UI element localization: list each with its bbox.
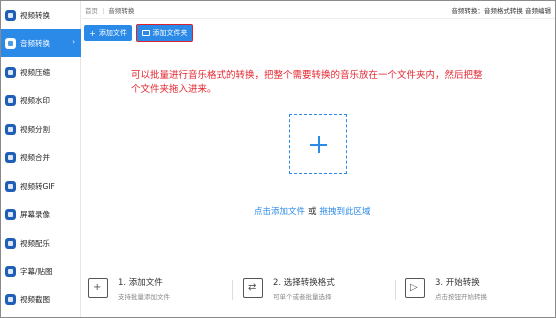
add-folder-button[interactable]: 添加文件夹 bbox=[136, 24, 193, 42]
start-convert-icon: ▷ bbox=[405, 278, 425, 298]
music-icon bbox=[5, 237, 16, 249]
sidebar-item-label: 视频配乐 bbox=[20, 238, 50, 248]
step-divider bbox=[395, 280, 396, 300]
sidebar-item-video-to-gif[interactable]: 视频转GIF bbox=[1, 172, 81, 200]
annotation-text: 可以批量进行音乐格式的转换，把整个需要转换的音乐放在一个文件夹内，然后把整个文件… bbox=[131, 70, 483, 95]
screen-record-icon bbox=[5, 208, 16, 220]
sidebar-item-video-screenshot[interactable]: 视频截图 bbox=[1, 285, 81, 313]
app-window-frame bbox=[0, 0, 556, 318]
step-description: 支持批量添加文件 bbox=[118, 293, 170, 301]
video-convert-icon bbox=[5, 9, 16, 21]
sidebar-item-video-compress[interactable]: 视频压缩 bbox=[1, 58, 81, 86]
sidebar-item-label: 字幕/贴图 bbox=[20, 266, 53, 276]
audio-convert-icon bbox=[5, 37, 16, 49]
breadcrumb-current: 音频转换 bbox=[108, 7, 135, 15]
subtitle-icon bbox=[5, 265, 16, 277]
sidebar-item-label: 视频转换 bbox=[20, 10, 50, 20]
convert-format-icon: ⇄ bbox=[243, 278, 263, 298]
step-title: 1. 添加文件 bbox=[118, 278, 163, 288]
sidebar-item-video-watermark[interactable]: 视频水印 bbox=[1, 86, 81, 114]
step-description: 点击按钮开始转换 bbox=[435, 293, 487, 301]
drag-here-link[interactable]: 拖拽到此区域 bbox=[320, 207, 371, 217]
plus-icon: + bbox=[89, 28, 96, 38]
step-description: 可单个或者批量选择 bbox=[273, 293, 332, 301]
sidebar-item-video-merge[interactable]: 视频合并 bbox=[1, 143, 81, 171]
step-start-convert: ▷ 3. 开始转换 点击按钮开始转换 bbox=[405, 276, 535, 304]
plus-icon-vertical bbox=[318, 136, 320, 153]
add-folder-label: 添加文件夹 bbox=[152, 29, 188, 37]
add-file-icon: + bbox=[88, 278, 108, 298]
add-file-label: 添加文件 bbox=[98, 29, 127, 37]
sidebar-item-subtitle-sticker[interactable]: 字幕/贴图 bbox=[1, 257, 81, 285]
folder-icon bbox=[141, 30, 150, 36]
step-title: 2. 选择转换格式 bbox=[273, 278, 335, 288]
gif-icon bbox=[5, 180, 16, 192]
sidebar-item-label: 视频截图 bbox=[20, 294, 50, 304]
add-file-button[interactable]: + 添加文件 bbox=[84, 25, 132, 41]
video-compress-icon bbox=[5, 66, 16, 78]
step-divider bbox=[232, 280, 233, 300]
sidebar-item-label: 视频转GIF bbox=[20, 181, 55, 191]
header-bar: 首页 | 音频转换 音频转换：音频格式转换 音频编辑 bbox=[82, 1, 555, 19]
screenshot-icon bbox=[5, 293, 16, 305]
drop-zone[interactable] bbox=[289, 114, 347, 174]
sidebar-item-video-split[interactable]: 视频分割 bbox=[1, 115, 81, 143]
chevron-right-icon: › bbox=[72, 38, 75, 46]
video-merge-icon bbox=[5, 151, 16, 163]
header-feature-text: 音频转换：音频格式转换 音频编辑 bbox=[451, 7, 551, 15]
step-title: 3. 开始转换 bbox=[435, 278, 480, 288]
breadcrumb: 首页 | 音频转换 bbox=[85, 5, 134, 15]
video-watermark-icon bbox=[5, 94, 16, 106]
step-add-file: + 1. 添加文件 支持批量添加文件 bbox=[88, 276, 218, 304]
sidebar-item-label: 视频合并 bbox=[20, 152, 50, 162]
sidebar-item-label: 视频分割 bbox=[20, 124, 50, 134]
sidebar-item-label: 音频转换 bbox=[20, 38, 50, 48]
sidebar-item-label: 屏幕录像 bbox=[20, 209, 50, 219]
sidebar-item-label: 视频水印 bbox=[20, 95, 50, 105]
sidebar-item-video-music[interactable]: 视频配乐 bbox=[1, 229, 81, 257]
click-add-file-link[interactable]: 点击添加文件 bbox=[254, 207, 305, 217]
sidebar-item-audio-convert[interactable]: 音频转换 › bbox=[1, 29, 81, 57]
drop-hint: 点击添加文件或拖拽到此区域 bbox=[254, 205, 371, 217]
sidebar-item-screen-record[interactable]: 屏幕录像 bbox=[1, 200, 81, 228]
video-split-icon bbox=[5, 123, 16, 135]
breadcrumb-separator: | bbox=[102, 7, 105, 15]
sidebar-item-video-convert[interactable]: 视频转换 bbox=[1, 1, 81, 29]
step-select-format: ⇄ 2. 选择转换格式 可单个或者批量选择 bbox=[243, 276, 383, 304]
sidebar-item-label: 视频压缩 bbox=[20, 67, 50, 77]
or-text: 或 bbox=[308, 207, 317, 217]
sidebar: 视频转换 音频转换 › 视频压缩 视频水印 视频分割 视频合并 视频转GIF 屏… bbox=[1, 1, 81, 317]
breadcrumb-home[interactable]: 首页 bbox=[85, 7, 98, 15]
